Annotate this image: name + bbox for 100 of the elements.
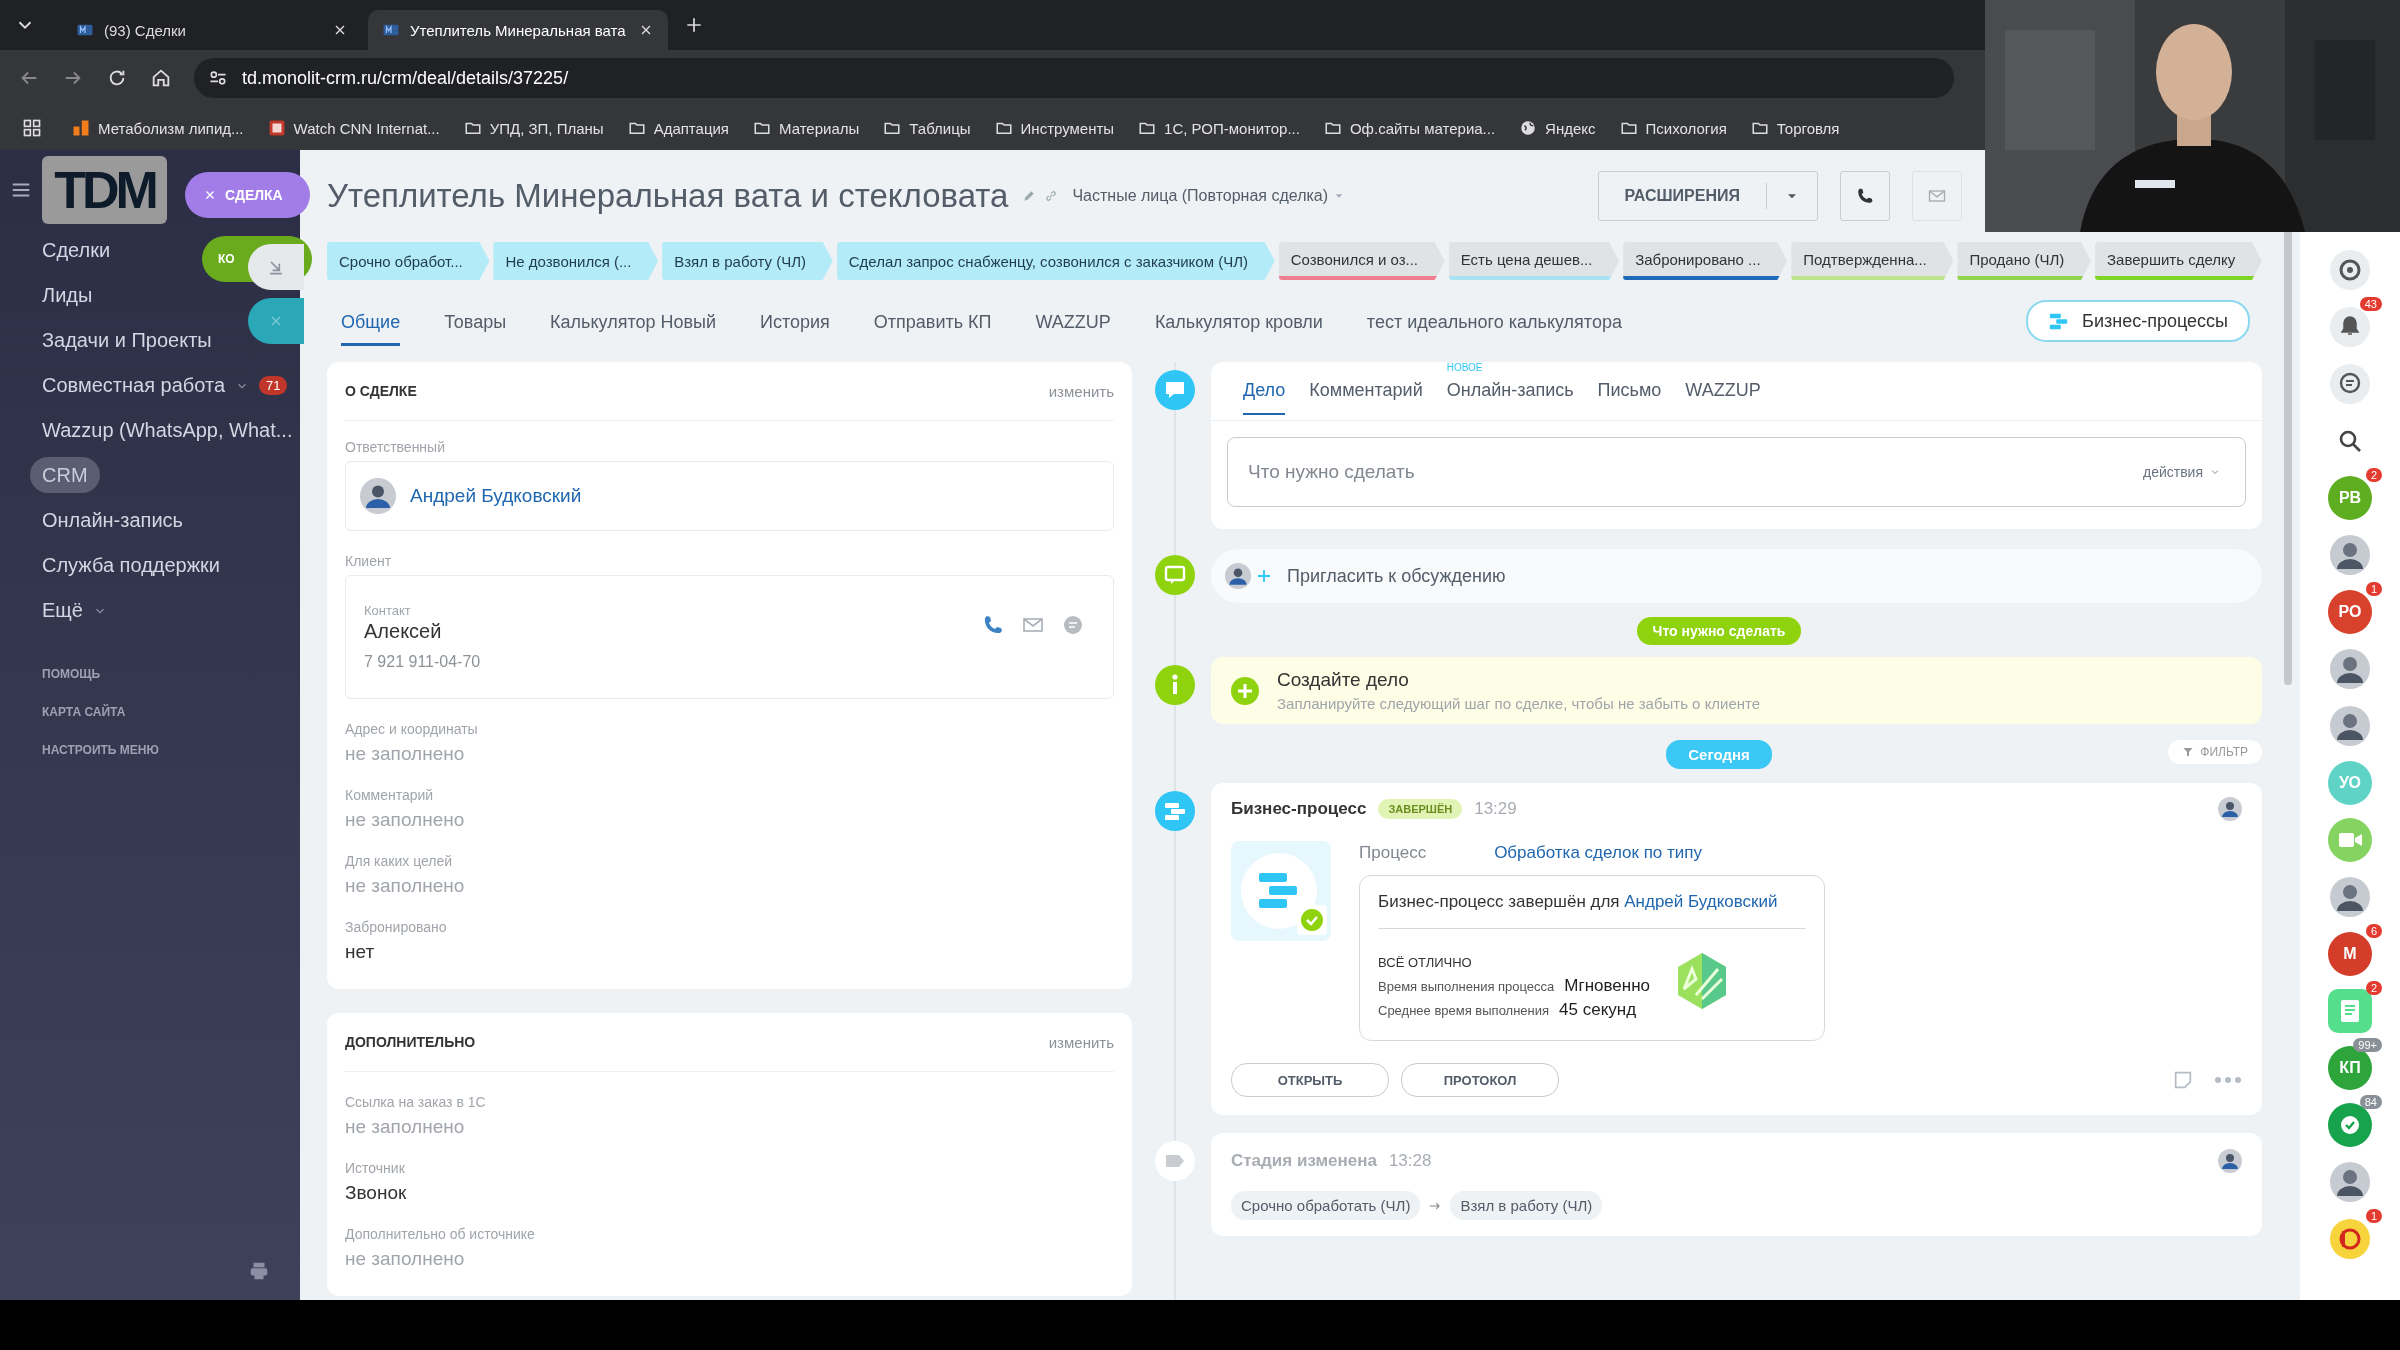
- call-button[interactable]: [1840, 171, 1890, 221]
- counter-badge: 1: [2365, 582, 2382, 596]
- result-text: Бизнес-процесс завершён для Андрей Будковский: [1378, 892, 1806, 929]
- stage-step[interactable]: Сделал запрос снабженцу, созвонился с заказчиком (ЧЛ): [836, 242, 1275, 280]
- collapse-button[interactable]: [248, 244, 304, 290]
- process-link[interactable]: Обработка сделок по типу: [1494, 843, 1702, 863]
- sidebar-item[interactable]: Ещё: [42, 588, 107, 633]
- globe-icon: [1519, 119, 1538, 137]
- user-avatar[interactable]: М: [2328, 932, 2372, 976]
- contact-name[interactable]: Алексей: [364, 620, 481, 643]
- bookmark[interactable]: Адаптация: [627, 119, 729, 137]
- close-button[interactable]: [248, 298, 304, 344]
- scrollbar[interactable]: [2284, 230, 2292, 685]
- bookmark[interactable]: Watch CNN Internat...: [267, 119, 440, 137]
- phone-icon: [1855, 186, 1875, 206]
- stage-step[interactable]: Взял в работу (ЧЛ): [662, 242, 833, 280]
- stage-step[interactable]: Продано (ЧЛ): [1957, 242, 2092, 280]
- counter-badge: 71: [259, 376, 288, 395]
- bookmark[interactable]: Торговля: [1750, 119, 1840, 137]
- bookmark[interactable]: Оф.сайты материа...: [1323, 119, 1496, 137]
- bookmark[interactable]: Таблицы: [883, 119, 971, 137]
- bookmark[interactable]: Материалы: [753, 119, 860, 137]
- outline-button[interactable]: ОТКРЫТЬ: [1231, 1063, 1389, 1097]
- field-value: нет: [345, 941, 376, 963]
- business-processes-button[interactable]: Бизнес-процессы: [2026, 300, 2250, 342]
- process-tile-icon: [1231, 841, 1331, 941]
- sidebar-link[interactable]: КАРТА САЙТА: [42, 705, 300, 719]
- printer-icon[interactable]: [248, 1260, 270, 1282]
- user-avatar[interactable]: РО: [2328, 590, 2372, 634]
- home-icon[interactable]: [150, 67, 172, 89]
- stage-step[interactable]: Созвонился и оз...: [1278, 242, 1445, 280]
- field-label: Для каких целей: [345, 853, 454, 869]
- avatar[interactable]: [2328, 647, 2372, 691]
- tab[interactable]: Калькулятор кровли: [1154, 302, 1323, 346]
- bookmark[interactable]: Яндекс: [1519, 119, 1596, 137]
- one-c-icon[interactable]: [2328, 1217, 2372, 1261]
- avatar: [360, 478, 396, 514]
- create-task-card[interactable]: Создайте дело Запланируйте следующий шаг по сделке, чтобы не забыть о клиенте: [1211, 657, 2262, 724]
- sidebar-item[interactable]: Совместная работа 71: [42, 363, 288, 408]
- stage-chip: Срочно обработать (ЧЛ): [1231, 1191, 1421, 1220]
- tab[interactable]: тест идеального калькулятора: [1366, 302, 1622, 346]
- stage-step[interactable]: Завершить сделку: [2095, 242, 2262, 280]
- sidebar-item[interactable]: Wazzup (WhatsApp, What...: [42, 408, 293, 453]
- avatar: [2218, 1149, 2242, 1173]
- stage-step[interactable]: Забронировано ...: [1623, 242, 1788, 280]
- tab[interactable]: История: [760, 302, 830, 346]
- sidebar-item[interactable]: CRM: [30, 457, 100, 493]
- comment-icon: [1155, 555, 1195, 595]
- apps-icon[interactable]: [22, 118, 42, 138]
- sidebar-item[interactable]: Служба поддержки: [42, 543, 221, 588]
- extensions-button[interactable]: РАСШИРЕНИЯ: [1597, 171, 1818, 221]
- site-settings-icon: [208, 68, 228, 88]
- bookmark[interactable]: Метаболизм липид...: [72, 119, 244, 137]
- bookmark[interactable]: Инструменты: [994, 119, 1115, 137]
- counter-badge: 2: [2365, 468, 2382, 482]
- sidebar-item[interactable]: Сделки: [42, 228, 111, 273]
- date-label: Сегодня: [1666, 740, 1772, 769]
- outline-button[interactable]: ПРОТОКОЛ: [1401, 1063, 1559, 1097]
- chat-icon[interactable]: [2328, 362, 2372, 406]
- sidebar-item[interactable]: Онлайн-запись: [42, 498, 183, 543]
- user-link[interactable]: Андрей Будковский: [410, 485, 582, 507]
- tab[interactable]: Отправить КП: [873, 302, 992, 346]
- browser-tab[interactable]: Утеплитель Минеральная вата: [368, 10, 668, 50]
- browser-tab[interactable]: (93) Сделки: [62, 10, 362, 50]
- tab[interactable]: Дело: [1243, 367, 1286, 415]
- new-tab-icon[interactable]: [684, 15, 704, 35]
- tab[interactable]: Письмо: [1597, 367, 1662, 415]
- actions-dropdown[interactable]: действия: [2142, 464, 2221, 480]
- bookmark[interactable]: УПД, ЗП, Планы: [463, 119, 604, 137]
- entry-time: 13:29: [1474, 799, 1517, 819]
- avatar[interactable]: [2328, 1160, 2372, 1204]
- task-field[interactable]: Что нужно сделать действия: [1227, 437, 2246, 507]
- address-bar[interactable]: td.monolit-crm.ru/crm/deal/details/37225/: [194, 58, 1954, 98]
- tab[interactable]: Калькулятор Новый: [550, 302, 717, 346]
- stage-step[interactable]: Есть цена дешев...: [1448, 242, 1620, 280]
- invite-bar[interactable]: Пригласить к обсуждению: [1211, 549, 2262, 603]
- sidebar-item[interactable]: Задачи и Проекты: [42, 318, 212, 363]
- avatar[interactable]: [2328, 704, 2372, 748]
- plus-icon: [1255, 567, 1273, 585]
- stage-step[interactable]: Срочно обработ...: [327, 242, 490, 280]
- sidebar-link[interactable]: ПОМОЩЬ: [42, 667, 300, 681]
- stat-label: Время выполнения процесса: [1378, 979, 1555, 994]
- tab[interactable]: Общие: [341, 302, 401, 346]
- stage-step[interactable]: Не дозвонился (...: [493, 242, 659, 280]
- bookmark[interactable]: 1С, РОП-монитор...: [1138, 119, 1300, 137]
- avatar[interactable]: [2328, 875, 2372, 919]
- tab[interactable]: Товары: [444, 302, 507, 346]
- sidebar-item[interactable]: Лиды: [42, 273, 93, 318]
- tab[interactable]: WAZZUP: [1035, 302, 1111, 346]
- tab[interactable]: Комментарий: [1309, 367, 1423, 415]
- tab[interactable]: WAZZUP: [1685, 367, 1761, 415]
- bookmark[interactable]: Психология: [1619, 119, 1727, 137]
- category-selector[interactable]: Частные лица (Повторная сделка): [1072, 187, 1345, 205]
- user-link[interactable]: Андрей Будковский: [1624, 892, 1778, 911]
- logo[interactable]: TDM: [42, 156, 167, 224]
- sidebar-link[interactable]: НАСТРОИТЬ МЕНЮ: [42, 743, 300, 757]
- app-icon[interactable]: [2328, 248, 2372, 292]
- field-value: не заполнено: [345, 1248, 466, 1270]
- stage-step[interactable]: Подтвержденна...: [1791, 242, 1954, 280]
- avatar[interactable]: [2328, 533, 2372, 577]
